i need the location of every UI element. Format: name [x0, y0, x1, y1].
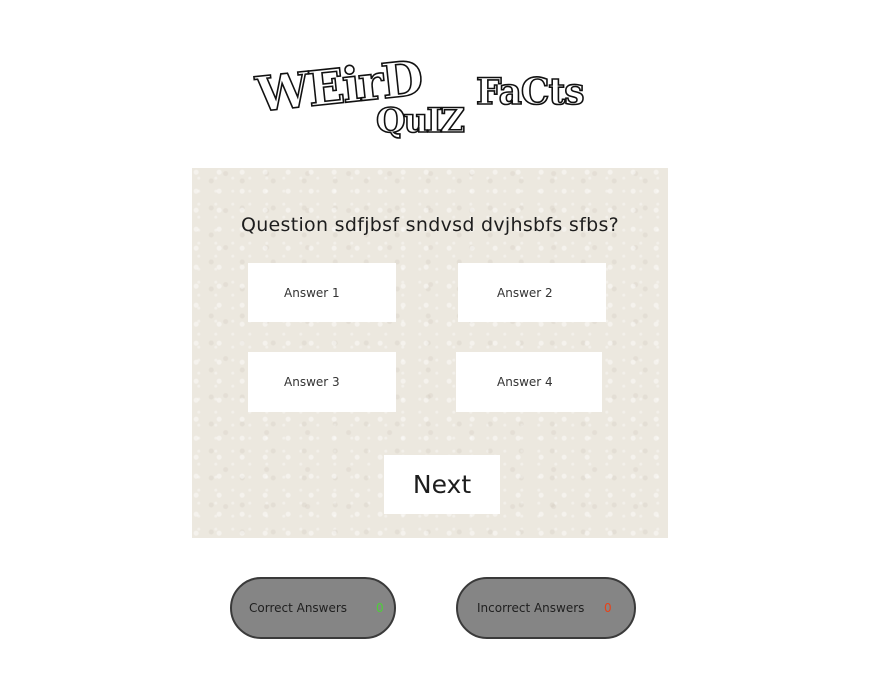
- incorrect-answers-label: Incorrect Answers: [477, 601, 585, 615]
- incorrect-answers-count: 0: [604, 601, 612, 615]
- question-card: Question sdfjbsf sndvsd dvjhsbfs sfbs? A…: [192, 168, 668, 538]
- correct-answers-label: Correct Answers: [249, 601, 348, 615]
- question-text: Question sdfjbsf sndvsd dvjhsbfs sfbs?: [240, 214, 620, 236]
- answer-button-1[interactable]: Answer 1: [248, 263, 396, 322]
- logo-word-quiz: QuIZ: [375, 100, 467, 142]
- weird-facts-quiz-logo: WEirD FaCts QuIZ: [252, 50, 586, 142]
- next-button[interactable]: Next: [384, 455, 500, 514]
- correct-answers-counter: Correct Answers 0: [230, 577, 396, 639]
- logo-word-facts: FaCts: [475, 70, 585, 114]
- answer-button-3[interactable]: Answer 3: [248, 352, 396, 412]
- answer-button-2[interactable]: Answer 2: [458, 263, 606, 322]
- correct-answers-count: 0: [376, 601, 384, 615]
- logo-letter: QuIZ: [376, 101, 464, 141]
- logo-letter: FaCts: [476, 71, 583, 113]
- incorrect-answers-counter: Incorrect Answers 0: [456, 577, 636, 639]
- answer-button-4[interactable]: Answer 4: [456, 352, 602, 412]
